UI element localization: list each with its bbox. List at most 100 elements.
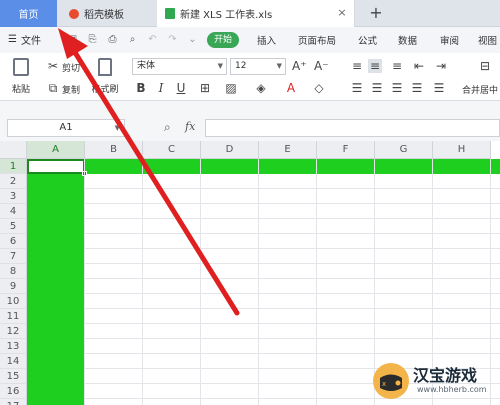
- export-icon[interactable]: ⎘: [86, 33, 99, 46]
- align-bottom-icon[interactable]: ≡: [390, 59, 404, 73]
- tab-formulas[interactable]: 公式: [358, 33, 377, 47]
- sheet-row[interactable]: [27, 324, 500, 339]
- tab-page-layout[interactable]: 页面布局: [298, 33, 336, 47]
- distributed-icon[interactable]: ☰: [432, 81, 446, 95]
- row-header-8[interactable]: 8: [0, 264, 27, 279]
- justify-icon[interactable]: ☰: [410, 81, 424, 95]
- sheet-row[interactable]: [27, 339, 500, 354]
- new-tab-button[interactable]: +: [365, 2, 387, 24]
- column-header-e[interactable]: E: [259, 141, 317, 159]
- fill-color-icon[interactable]: ◈: [254, 81, 268, 95]
- select-all-corner[interactable]: [0, 141, 27, 159]
- column-header-d[interactable]: D: [201, 141, 259, 159]
- row-header-9[interactable]: 9: [0, 279, 27, 294]
- sheet-row[interactable]: [27, 249, 500, 264]
- paste-icon: [13, 58, 29, 76]
- close-icon[interactable]: ×: [336, 7, 348, 19]
- row-header-5[interactable]: 5: [0, 219, 27, 234]
- print-preview-icon[interactable]: ⌕: [126, 33, 139, 46]
- undo-icon[interactable]: ↶: [146, 33, 159, 46]
- borders-icon[interactable]: ⊞: [198, 81, 212, 95]
- column-header-h[interactable]: H: [433, 141, 491, 159]
- merge-label[interactable]: 合并居中: [462, 83, 498, 96]
- paste-label: 粘贴: [11, 85, 30, 95]
- font-name-select[interactable]: 宋体 ▼: [132, 58, 227, 75]
- row-header-3[interactable]: 3: [0, 189, 27, 204]
- decrease-font-icon[interactable]: A⁻: [314, 59, 329, 73]
- tab-template[interactable]: 稻壳模板: [57, 0, 157, 27]
- indent-decrease-icon[interactable]: ⇤: [412, 59, 426, 73]
- copy-label[interactable]: 复制: [62, 83, 80, 96]
- clear-format-icon[interactable]: ◇: [312, 81, 326, 95]
- sheet-row[interactable]: [27, 279, 500, 294]
- tab-data[interactable]: 数据: [398, 33, 417, 47]
- row-header-1[interactable]: 1: [0, 159, 27, 174]
- underline-icon[interactable]: U: [174, 81, 188, 95]
- row-header-6[interactable]: 6: [0, 234, 27, 249]
- tab-view[interactable]: 视图: [478, 33, 497, 47]
- row-header-11[interactable]: 11: [0, 309, 27, 324]
- name-box[interactable]: A1 ▼: [7, 119, 125, 137]
- row-header-13[interactable]: 13: [0, 339, 27, 354]
- sheet-row[interactable]: [27, 219, 500, 234]
- paste-button[interactable]: 粘贴: [8, 56, 34, 96]
- row-header-17[interactable]: 17: [0, 399, 27, 405]
- align-right-icon[interactable]: ☰: [390, 81, 404, 95]
- tab-file[interactable]: 新建 XLS 工作表.xls ×: [157, 0, 355, 27]
- sheet-row[interactable]: [27, 264, 500, 279]
- column-header-g[interactable]: G: [375, 141, 433, 159]
- column-header-f[interactable]: F: [317, 141, 375, 159]
- column-header-c[interactable]: C: [143, 141, 201, 159]
- sheet-row[interactable]: [27, 309, 500, 324]
- active-cell[interactable]: [27, 159, 85, 174]
- formula-bar: A1 ▼ ⌕ fx: [0, 101, 500, 141]
- row-header-14[interactable]: 14: [0, 354, 27, 369]
- zoom-icon[interactable]: ⌕: [164, 120, 171, 135]
- align-center-icon[interactable]: ☰: [370, 81, 384, 95]
- watermark-url: www.hbherb.com: [417, 385, 487, 394]
- italic-icon[interactable]: I: [154, 81, 168, 95]
- font-color-icon[interactable]: A: [284, 81, 298, 95]
- scissors-icon[interactable]: ✂: [46, 59, 60, 73]
- row-header-2[interactable]: 2: [0, 174, 27, 189]
- row-header-4[interactable]: 4: [0, 204, 27, 219]
- formula-input[interactable]: [205, 119, 500, 137]
- align-middle-icon[interactable]: ≡: [368, 59, 382, 73]
- format-painter-button[interactable]: 格式刷: [90, 56, 120, 96]
- save-icon[interactable]: ▣: [66, 33, 79, 46]
- tab-review[interactable]: 审阅: [440, 33, 459, 47]
- sheet-row[interactable]: [27, 204, 500, 219]
- tab-start[interactable]: 开始: [207, 32, 240, 48]
- sheet-row[interactable]: [27, 234, 500, 249]
- font-size-select[interactable]: 12 ▼: [230, 58, 286, 75]
- column-header-a[interactable]: A: [27, 141, 85, 159]
- sheet-row[interactable]: [27, 174, 500, 189]
- print-icon[interactable]: ⎙: [106, 33, 119, 46]
- highlighted-column-fill: [27, 159, 85, 405]
- redo-icon[interactable]: ↷: [166, 33, 179, 46]
- align-top-icon[interactable]: ≡: [350, 59, 364, 73]
- chevron-down-icon: ▼: [276, 62, 282, 70]
- file-menu[interactable]: ☰ 文件: [8, 32, 41, 47]
- copy-icon[interactable]: ⧉: [46, 81, 60, 95]
- font-name-value: 宋体: [137, 61, 156, 71]
- row-header-12[interactable]: 12: [0, 324, 27, 339]
- sheet-row[interactable]: [27, 189, 500, 204]
- sheet-row[interactable]: [27, 294, 500, 309]
- tab-insert[interactable]: 插入: [257, 33, 276, 47]
- function-icon[interactable]: fx: [185, 120, 195, 133]
- cut-label[interactable]: 剪切: [62, 61, 80, 74]
- chevron-down-icon[interactable]: ⌄: [186, 33, 199, 46]
- align-left-icon[interactable]: ☰: [350, 81, 364, 95]
- tab-home[interactable]: 首页: [0, 0, 57, 27]
- row-header-10[interactable]: 10: [0, 294, 27, 309]
- cell-style-icon[interactable]: ▨: [224, 81, 238, 95]
- bold-icon[interactable]: B: [134, 81, 148, 95]
- row-header-7[interactable]: 7: [0, 249, 27, 264]
- merge-icon[interactable]: ⊟: [478, 59, 492, 73]
- increase-font-icon[interactable]: A⁺: [292, 59, 307, 73]
- column-header-b[interactable]: B: [85, 141, 143, 159]
- indent-increase-icon[interactable]: ⇥: [434, 59, 448, 73]
- row-header-16[interactable]: 16: [0, 384, 27, 399]
- row-header-15[interactable]: 15: [0, 369, 27, 384]
